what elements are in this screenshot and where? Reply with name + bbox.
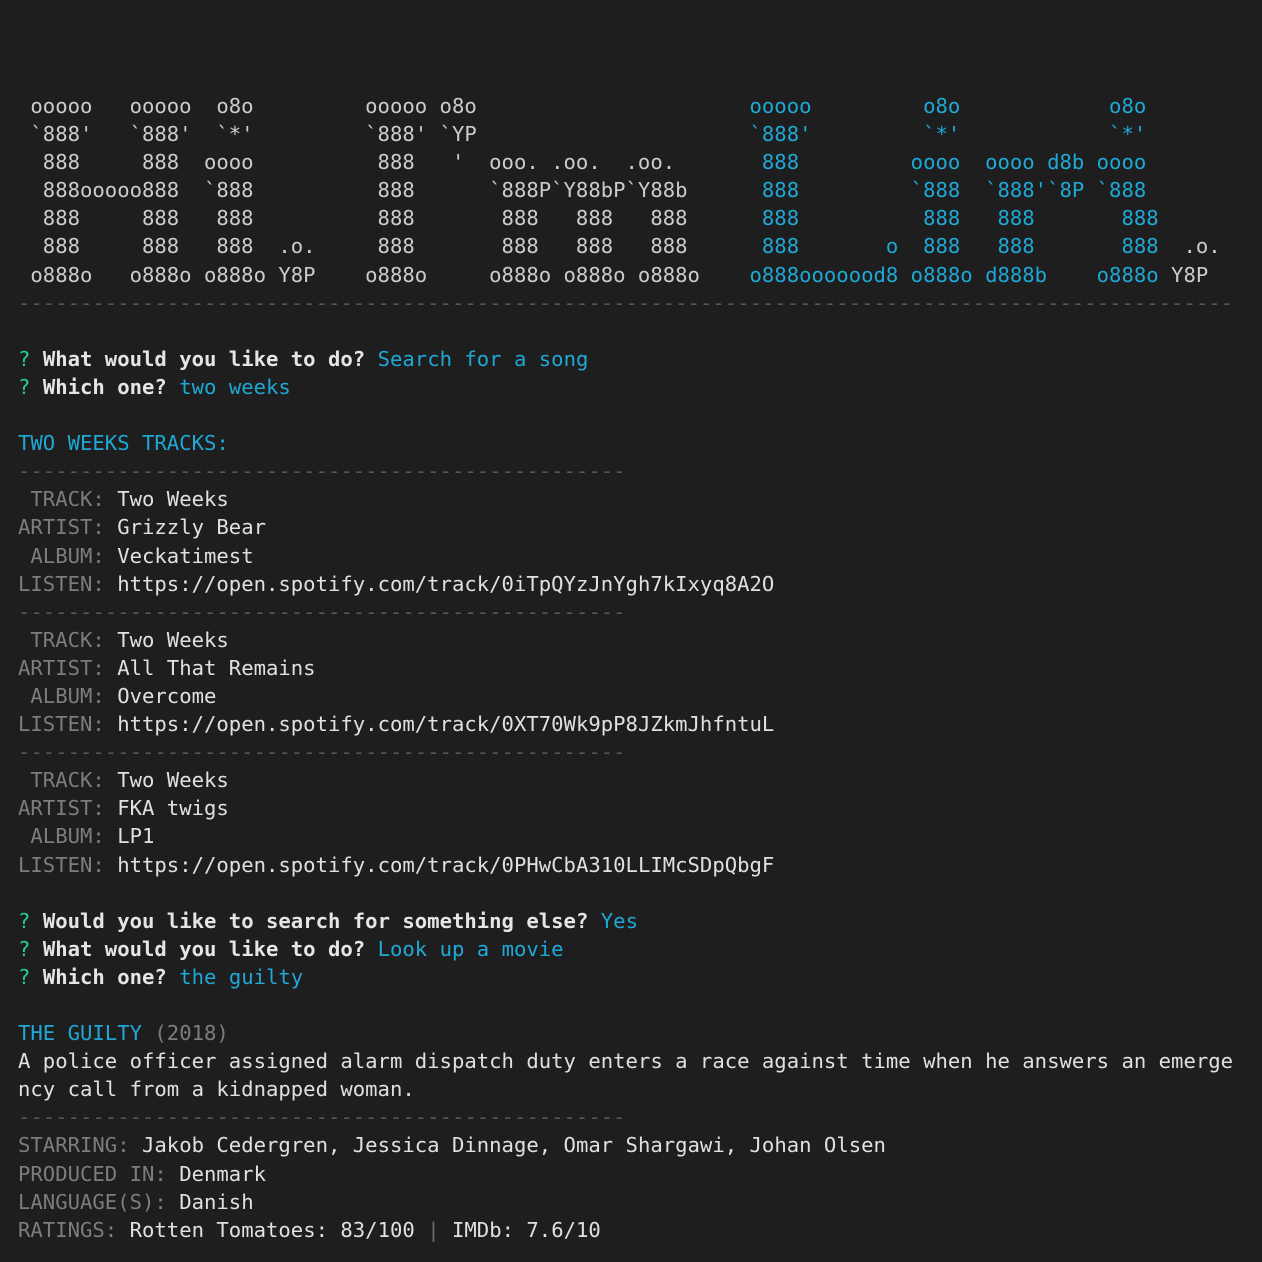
banner-text-tail: Y8P xyxy=(1158,262,1209,287)
banner-text: 888 888 888 888 888 888 888 xyxy=(18,206,688,231)
banner-text-accent: 888 `888 `888'`8P `888 xyxy=(749,178,1147,203)
starring-value: Jakob Cedergren, Jessica Dinnage, Omar S… xyxy=(142,1133,886,1158)
banner-line: `888' `888' `*' `888' `YP `888' `*' `*' xyxy=(18,120,1233,148)
listen-link[interactable]: https://open.spotify.com/track/0iTpQYzJn… xyxy=(117,572,774,596)
artist-label: ARTIST: xyxy=(18,796,105,821)
track-name: Two Weeks xyxy=(117,487,229,512)
produced-value: Denmark xyxy=(179,1161,266,1186)
artist-name: All That Remains xyxy=(117,655,316,680)
banner-text: 888 888 888 .o. 888 888 888 888 xyxy=(18,234,688,259)
prompt-line: ? What would you like to do? Look up a m… xyxy=(18,935,1233,963)
banner-text: 888ooooo888 `888 888 `888P`Y88bP`Y88b xyxy=(18,178,688,203)
banner-text-accent: `888' `*' `*' xyxy=(749,122,1147,147)
listen-label: LISTEN: xyxy=(18,571,105,596)
prompt-question: What would you like to do? xyxy=(42,936,366,961)
artist-name: Grizzly Bear xyxy=(117,515,266,540)
banner-text: 888 888 oooo 888 ' ooo. .oo. .oo. xyxy=(18,150,676,175)
banner-line: 888 888 oooo 888 ' ooo. .oo. .oo. 888 oo… xyxy=(18,148,1233,176)
track-entry: TRACK: Two Weeks ARTIST: FKA twigs ALBUM… xyxy=(18,766,1233,878)
track-label: TRACK: xyxy=(18,768,105,793)
listen-label: LISTEN: xyxy=(18,712,105,737)
movie-plot: A police officer assigned alarm dispatch… xyxy=(18,1049,1234,1102)
banner-text: `888' `888' `*' `888' `YP xyxy=(18,122,477,147)
banner-line: 888ooooo888 `888 888 `888P`Y88bP`Y88b 88… xyxy=(18,176,1233,204)
terminal-output: ooooo ooooo o8o ooooo o8o ooooo o8o o8o `… xyxy=(18,92,1233,1244)
divider: ----------------------------------------… xyxy=(18,459,626,484)
track-entry: TRACK: Two Weeks ARTIST: All That Remain… xyxy=(18,626,1233,738)
ratings-separator: | xyxy=(427,1217,440,1242)
prompt-answer: two weeks xyxy=(179,374,291,399)
banner-text-accent: ooooo o8o o8o xyxy=(749,94,1147,118)
track-label: TRACK: xyxy=(18,487,105,512)
prompt-question: Which one? xyxy=(42,964,167,989)
banner-text-accent: o888ooooood8 o888o d888b o888o xyxy=(749,262,1159,287)
banner-line: ooooo ooooo o8o ooooo o8o ooooo o8o o8o xyxy=(18,92,1233,120)
prompt-answer: Yes xyxy=(600,908,638,933)
prompt-question: Which one? xyxy=(42,374,167,399)
track-label: TRACK: xyxy=(18,627,105,652)
divider: ----------------------------------------… xyxy=(18,1105,626,1130)
prompt-question-icon: ? xyxy=(18,908,31,933)
starring-label: STARRING: xyxy=(18,1133,130,1158)
banner-text-accent: 888 888 888 888 xyxy=(749,206,1159,231)
artist-label: ARTIST: xyxy=(18,655,105,680)
album-name: Overcome xyxy=(117,683,217,708)
track-name: Two Weeks xyxy=(117,768,229,793)
artist-name: FKA twigs xyxy=(117,796,229,821)
listen-link[interactable]: https://open.spotify.com/track/0XT70Wk9p… xyxy=(117,712,774,736)
track-name: Two Weeks xyxy=(117,627,229,652)
prompt-question-icon: ? xyxy=(18,964,31,989)
banner-text: ooooo ooooo o8o ooooo o8o xyxy=(18,94,477,118)
divider: ----------------------------------------… xyxy=(18,599,626,624)
album-label: ALBUM: xyxy=(18,543,105,568)
album-label: ALBUM: xyxy=(18,824,105,849)
ratings-label: RATINGS: xyxy=(18,1217,118,1242)
tracks-header: TWO WEEKS TRACKS: xyxy=(18,431,229,456)
listen-link[interactable]: https://open.spotify.com/track/0PHwCbA31… xyxy=(117,853,774,877)
prompt-question-icon: ? xyxy=(18,374,31,399)
imdb-rating: IMDb: 7.6/10 xyxy=(452,1217,601,1242)
prompt-question: Would you like to search for something e… xyxy=(42,908,589,933)
banner-text-accent: 888 o 888 888 888 xyxy=(749,234,1159,259)
ascii-banner: ooooo ooooo o8o ooooo o8o ooooo o8o o8o `… xyxy=(18,92,1233,289)
language-value: Danish xyxy=(179,1189,254,1214)
rotten-tomatoes-rating: Rotten Tomatoes: 83/100 xyxy=(129,1217,415,1242)
movie-heading: THE GUILTY (2018) xyxy=(18,1019,1233,1047)
prompt-question: What would you like to do? xyxy=(42,346,366,371)
banner-text: o888o o888o o888o Y8P o888o o888o o888o … xyxy=(18,262,700,287)
prompt-answer: the guilty xyxy=(179,964,304,989)
movie-year: (2018) xyxy=(154,1021,229,1046)
track-entry: TRACK: Two Weeks ARTIST: Grizzly Bear AL… xyxy=(18,485,1233,597)
prompt-answer: Look up a movie xyxy=(377,936,564,961)
banner-text-tail: .o. xyxy=(1158,234,1221,259)
prompt-question-icon: ? xyxy=(18,936,31,961)
prompt-answer: Search for a song xyxy=(377,346,589,371)
prompt-line: ? What would you like to do? Search for … xyxy=(18,345,1233,373)
album-label: ALBUM: xyxy=(18,683,105,708)
prompt-line: ? Which one? two weeks xyxy=(18,373,1233,401)
banner-line: o888o o888o o888o Y8P o888o o888o o888o … xyxy=(18,261,1233,289)
language-label: LANGUAGE(S): xyxy=(18,1189,167,1214)
divider: ----------------------------------------… xyxy=(18,740,626,765)
movie-title: THE GUILTY xyxy=(18,1021,142,1046)
album-name: LP1 xyxy=(117,824,155,849)
divider: ----------------------------------------… xyxy=(18,290,1234,315)
produced-label: PRODUCED IN: xyxy=(18,1161,167,1186)
banner-line: 888 888 888 .o. 888 888 888 888 888 o 88… xyxy=(18,232,1233,260)
listen-label: LISTEN: xyxy=(18,852,105,877)
banner-text-accent: 888 oooo oooo d8b oooo xyxy=(749,150,1147,175)
banner-line: 888 888 888 888 888 888 888 888 888 888 … xyxy=(18,204,1233,232)
prompt-line: ? Would you like to search for something… xyxy=(18,907,1233,935)
album-name: Veckatimest xyxy=(117,543,254,568)
artist-label: ARTIST: xyxy=(18,515,105,540)
prompt-line: ? Which one? the guilty xyxy=(18,963,1233,991)
prompt-question-icon: ? xyxy=(18,346,31,371)
